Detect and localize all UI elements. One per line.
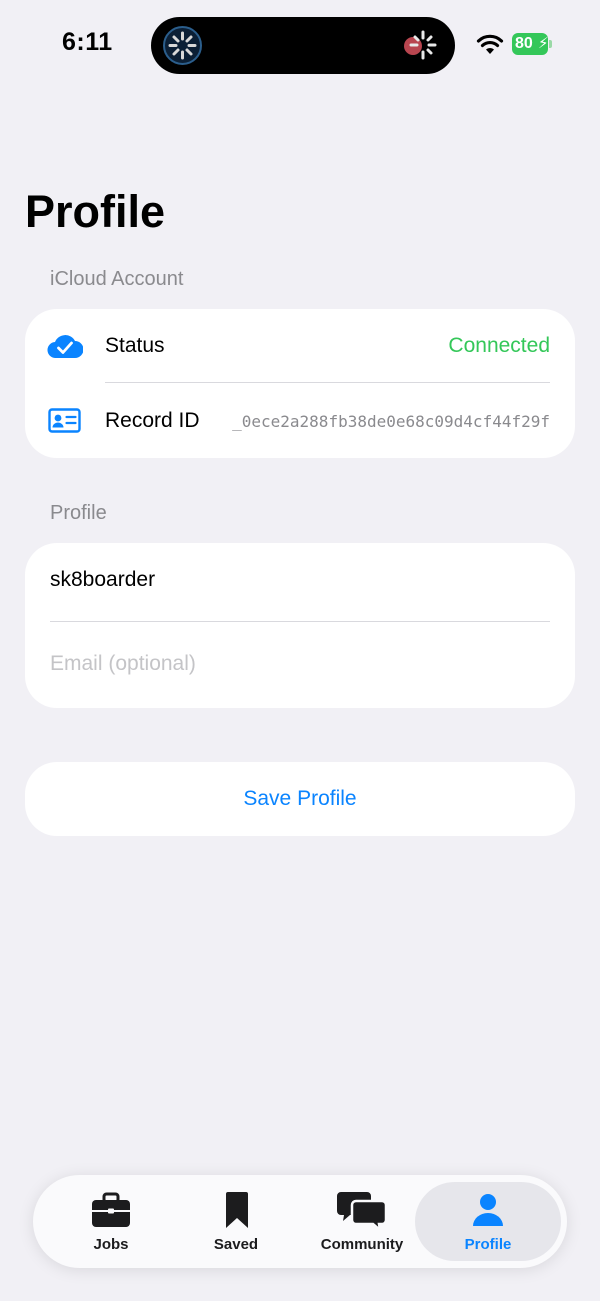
wifi-icon (476, 32, 504, 56)
status-label: Status (105, 334, 165, 357)
email-field[interactable]: Email (optional) (50, 652, 196, 676)
battery-level: 80 (515, 35, 533, 52)
record-id-value: _0ece2a288fb38de0e68c09d4cf44f29f (232, 412, 550, 431)
icloud-section-header: iCloud Account (50, 268, 184, 290)
profile-form-card: sk8boarder Email (optional) (25, 543, 575, 708)
id-card-icon (48, 408, 81, 438)
record-id-label: Record ID (105, 409, 200, 432)
tab-saved[interactable]: Saved (181, 1175, 291, 1268)
status-value: Connected (448, 334, 550, 357)
tab-label-jobs: Jobs (93, 1236, 129, 1253)
tab-profile[interactable]: Profile (415, 1175, 561, 1268)
tab-label-community: Community (320, 1236, 404, 1253)
page-title: Profile (25, 186, 166, 237)
chat-bubbles-icon (336, 1190, 388, 1235)
battery-indicator: 80 ⚡ (512, 33, 552, 55)
dynamic-island (151, 17, 455, 74)
status-time: 6:11 (62, 28, 113, 56)
person-icon (471, 1193, 505, 1232)
cloud-check-icon (47, 333, 84, 364)
tab-community[interactable]: Community (301, 1175, 423, 1268)
tab-bar: Jobs Saved Community Profile (33, 1175, 567, 1268)
field-divider (50, 621, 550, 622)
briefcase-icon (91, 1192, 131, 1233)
save-profile-label: Save Profile (243, 787, 357, 810)
username-field[interactable]: sk8boarder (50, 568, 155, 592)
activity-spinner-icon (163, 26, 202, 65)
tab-jobs[interactable]: Jobs (51, 1175, 171, 1268)
save-profile-button[interactable]: Save Profile (25, 762, 575, 836)
profile-section-header: Profile (50, 502, 107, 524)
bookmark-icon (224, 1191, 250, 1234)
tab-label-profile: Profile (464, 1236, 512, 1253)
charging-bolt-icon: ⚡ (538, 35, 549, 52)
tab-label-saved: Saved (213, 1236, 259, 1253)
icloud-account-card: Status Connected Record ID _0ece2a288fb3… (25, 309, 575, 458)
row-divider (105, 382, 550, 383)
recording-spinner-icon (403, 28, 437, 62)
